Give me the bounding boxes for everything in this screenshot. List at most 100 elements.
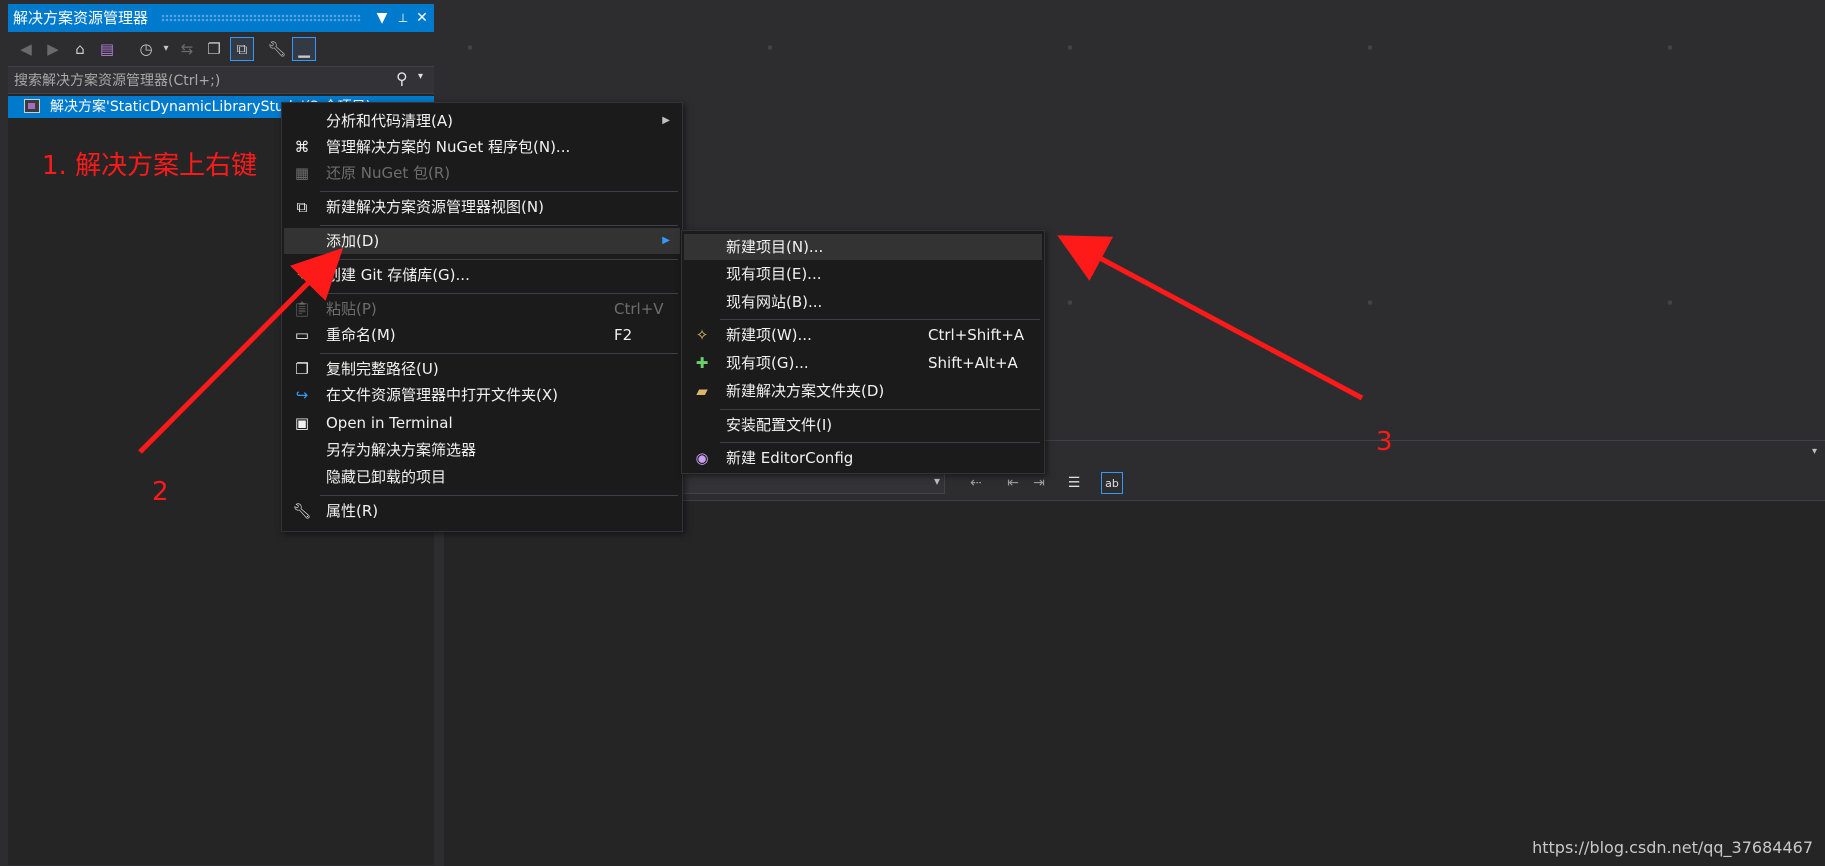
pin-icon[interactable]: ⊥: [393, 4, 413, 32]
existing-item-icon: ✚: [695, 354, 709, 372]
menu-item-label: 新建项目(N)...: [726, 238, 824, 256]
home-icon[interactable]: ⌂: [68, 37, 92, 61]
submenu-item-new-editorconfig[interactable]: ◉ 新建 EditorConfig: [684, 445, 1042, 471]
menu-item-label: 分析和代码清理(A): [326, 112, 453, 130]
restore-icon: ▦: [294, 164, 310, 182]
preview-icon[interactable]: ▁: [292, 37, 316, 61]
menu-item-label: 还原 NuGet 包(R): [326, 164, 451, 182]
new-folder-icon: ▰: [696, 382, 708, 400]
next-message-icon[interactable]: ⇥: [1028, 472, 1050, 494]
output-panel-dropdown-icon[interactable]: ▾: [1812, 446, 1817, 457]
menu-item-label: 复制完整路径(U): [326, 360, 439, 378]
submenu-arrow-icon: ▶: [662, 115, 670, 126]
solution-explorer-title-bar[interactable]: 解决方案资源管理器 ▼ ⊥ ✕: [8, 4, 434, 32]
menu-item-open-in-explorer[interactable]: ↪ 在文件资源管理器中打开文件夹(X): [284, 382, 680, 408]
menu-item-label: 安装配置文件(I): [726, 416, 833, 434]
menu-item-copy-full-path[interactable]: ❐ 复制完整路径(U): [284, 356, 680, 382]
submenu-item-new-project[interactable]: 新建项目(N)...: [684, 234, 1042, 260]
paste-icon: 📋︎: [292, 300, 312, 318]
properties-icon[interactable]: 🔧︎: [265, 37, 289, 61]
submenu-item-existing-item[interactable]: ✚ 现有项(G)... Shift+Alt+A: [684, 350, 1042, 376]
menu-separator: [320, 191, 678, 192]
submenu-item-existing-project[interactable]: 现有项目(E)...: [684, 261, 1042, 287]
menu-item-hide-unloaded[interactable]: 隐藏已卸载的项目: [284, 464, 680, 490]
annotation-step-2: 2: [152, 477, 169, 507]
search-icon[interactable]: ⚲: [396, 69, 408, 88]
clear-all-icon[interactable]: ☰: [1063, 472, 1085, 494]
menu-separator: [720, 442, 1040, 443]
menu-item-label: 另存为解决方案筛选器: [326, 441, 477, 459]
submenu-item-existing-website[interactable]: 现有网站(B)...: [684, 289, 1042, 315]
menu-separator: [320, 225, 678, 226]
search-input[interactable]: [12, 70, 396, 92]
terminal-icon: ▣: [294, 414, 310, 432]
menu-item-analyze-cleanup[interactable]: 分析和代码清理(A) ▶: [284, 108, 680, 134]
watermark: https://blog.csdn.net/qq_37684467: [1532, 838, 1813, 857]
close-icon[interactable]: ✕: [412, 4, 432, 32]
menu-item-shortcut: F2: [614, 326, 633, 344]
search-options-chevron-icon[interactable]: ▾: [418, 71, 423, 82]
annotation-step-3: 3: [1376, 427, 1393, 457]
copy-icon: ❐: [295, 360, 309, 378]
git-icon: ✦: [295, 266, 309, 284]
menu-item-add[interactable]: 添加(D) ▶: [284, 228, 680, 254]
editorconfig-icon: ◉: [695, 449, 709, 467]
submenu-arrow-icon: ▶: [662, 235, 670, 246]
switch-views-icon[interactable]: ▤: [95, 37, 119, 61]
menu-item-paste[interactable]: 📋︎ 粘贴(P) Ctrl+V: [284, 296, 680, 322]
new-view-icon: ⧉: [296, 198, 308, 216]
menu-item-properties[interactable]: 🔧︎ 属性(R): [284, 498, 680, 524]
menu-item-label: 新建解决方案文件夹(D): [726, 382, 885, 400]
menu-item-manage-nuget[interactable]: ⌘ 管理解决方案的 NuGet 程序包(N)...: [284, 134, 680, 160]
previous-message-icon[interactable]: ⇤: [1002, 472, 1024, 494]
menu-item-rename[interactable]: ▭ 重命名(M) F2: [284, 322, 680, 348]
output-panel: [444, 500, 1825, 866]
menu-item-label: 重命名(M): [326, 326, 396, 344]
menu-separator: [320, 495, 678, 496]
menu-separator: [320, 259, 678, 260]
menu-item-restore-nuget[interactable]: ▦ 还原 NuGet 包(R): [284, 160, 680, 186]
menu-item-label: 新建解决方案资源管理器视图(N): [326, 198, 544, 216]
sync-icon[interactable]: ⇆: [175, 37, 199, 61]
wrench-icon: 🔧︎: [292, 502, 312, 520]
menu-item-label: 现有网站(B)...: [726, 293, 823, 311]
menu-item-label: 属性(R): [326, 502, 379, 520]
menu-separator: [720, 409, 1040, 410]
panel-title: 解决方案资源管理器: [13, 9, 149, 27]
rename-icon: ▭: [294, 326, 310, 344]
menu-item-create-git-repo[interactable]: ✦ 创建 Git 存储库(G)...: [284, 262, 680, 288]
submenu-item-new-item[interactable]: ✧ 新建项(W)... Ctrl+Shift+A: [684, 322, 1042, 348]
menu-item-label: 新建项(W)...: [726, 326, 812, 344]
solution-icon: [24, 99, 40, 113]
menu-item-label: 在文件资源管理器中打开文件夹(X): [326, 386, 558, 404]
forward-icon[interactable]: ▶: [41, 37, 65, 61]
menu-item-label: 创建 Git 存储库(G)...: [326, 266, 470, 284]
nuget-icon: ⌘: [294, 138, 310, 156]
solution-context-menu: 分析和代码清理(A) ▶ ⌘ 管理解决方案的 NuGet 程序包(N)... ▦…: [281, 102, 683, 532]
open-folder-icon: ↪: [295, 386, 309, 404]
drag-grip[interactable]: [161, 14, 361, 22]
menu-item-shortcut: Ctrl+V: [614, 300, 664, 318]
new-item-icon: ✧: [695, 326, 709, 344]
submenu-item-install-config[interactable]: 安装配置文件(I): [684, 412, 1042, 438]
submenu-item-new-solution-folder[interactable]: ▰ 新建解决方案文件夹(D): [684, 378, 1042, 404]
add-submenu: 新建项目(N)... 现有项目(E)... 现有网站(B)... ✧ 新建项(W…: [681, 230, 1045, 474]
menu-item-label: 现有项(G)...: [726, 354, 809, 372]
collapse-all-icon[interactable]: ❐: [202, 37, 226, 61]
window-position-dropdown-icon[interactable]: ▼: [372, 4, 392, 32]
menu-item-label: 现有项目(E)...: [726, 265, 822, 283]
menu-item-label: 隐藏已卸载的项目: [326, 468, 447, 486]
menu-separator: [320, 353, 678, 354]
annotation-step-1: 1. 解决方案上右键: [42, 151, 258, 181]
menu-separator: [720, 319, 1040, 320]
solution-explorer-toolbar: ◀ ▶ ⌂ ▤ ◷ ▾ ⇆ ❐ ⧉ 🔧︎ ▁: [8, 32, 434, 66]
menu-item-shortcut: Shift+Alt+A: [928, 354, 1018, 372]
menu-item-save-as-filter[interactable]: 另存为解决方案筛选器: [284, 437, 680, 463]
back-icon[interactable]: ◀: [14, 37, 38, 61]
menu-item-new-se-view[interactable]: ⧉ 新建解决方案资源管理器视图(N): [284, 194, 680, 220]
menu-item-open-in-terminal[interactable]: ▣ Open in Terminal: [284, 410, 680, 436]
word-wrap-icon[interactable]: ab: [1101, 472, 1123, 494]
show-all-files-icon[interactable]: ⧉: [230, 37, 254, 61]
search-box: ⚲ ▾: [8, 66, 434, 94]
find-message-icon[interactable]: ⇠: [965, 472, 987, 494]
